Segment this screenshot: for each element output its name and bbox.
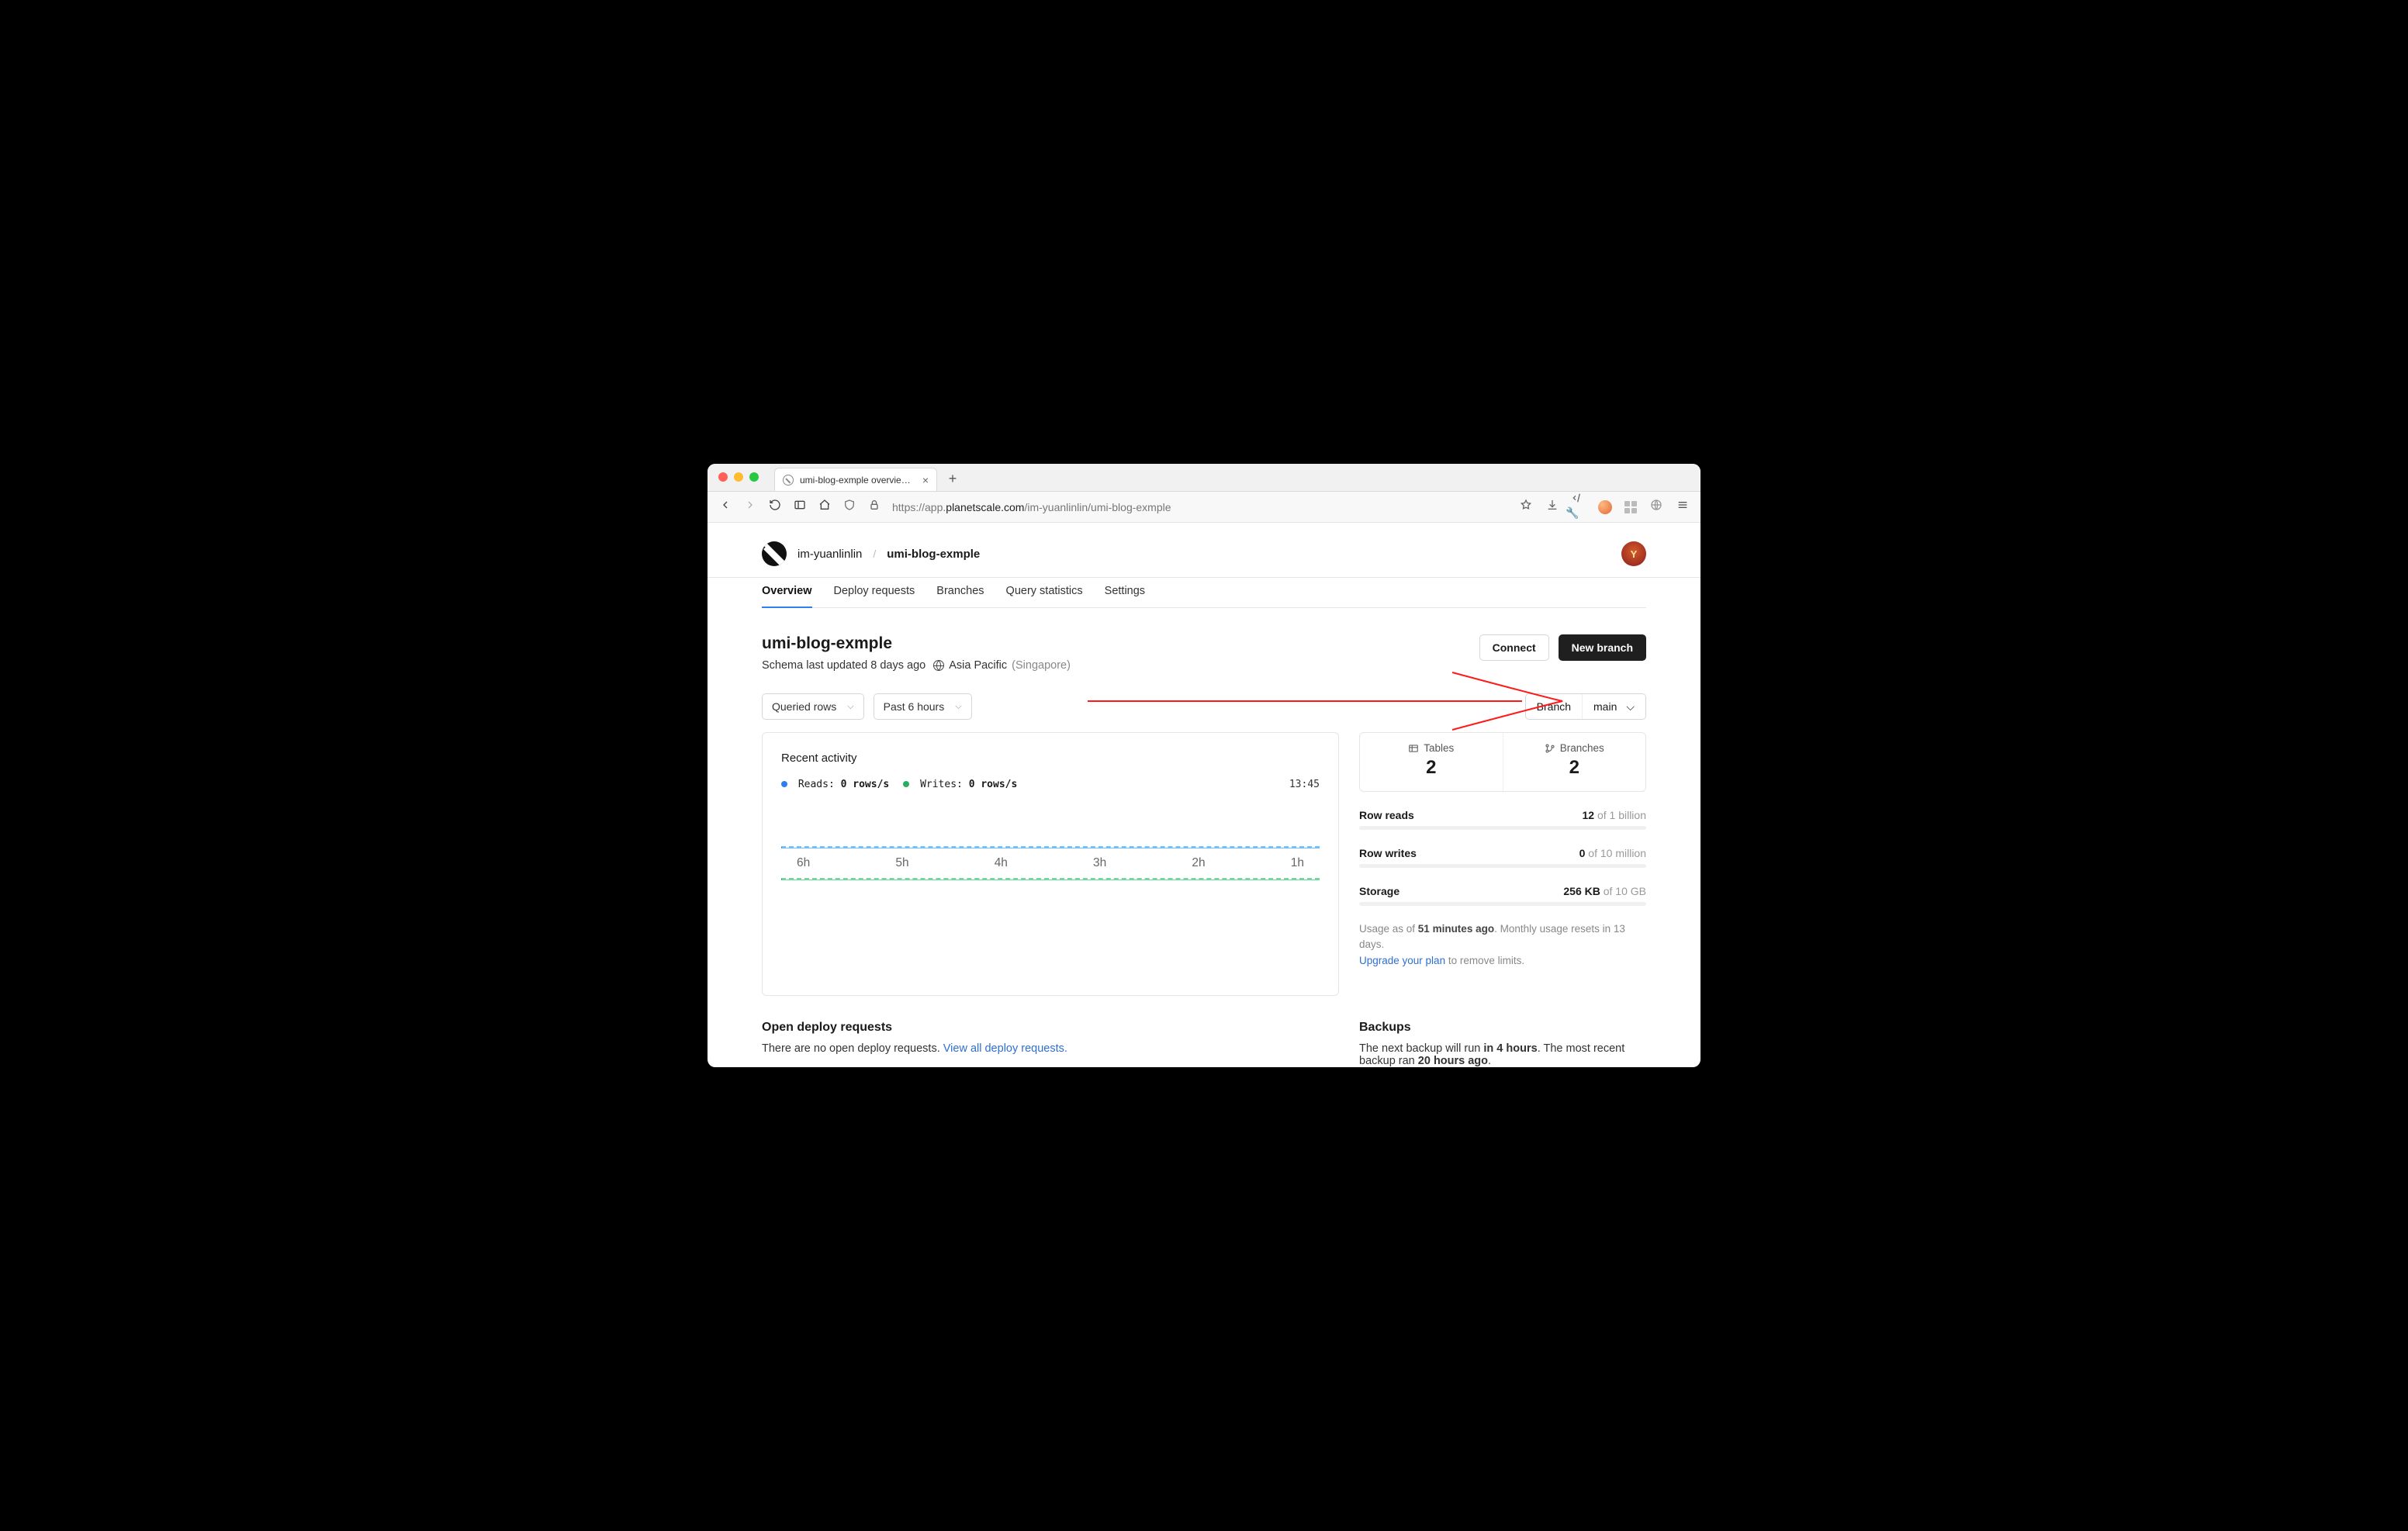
browser-tab[interactable]: umi-blog-exmple overview - Pla × bbox=[774, 468, 937, 491]
axis-tick: 1h bbox=[1291, 856, 1304, 870]
planetscale-logo-icon[interactable] bbox=[762, 541, 787, 566]
backups-heading: Backups bbox=[1359, 1021, 1646, 1035]
nav-forward-button[interactable] bbox=[743, 499, 757, 515]
row-writes-value: 0 bbox=[1579, 847, 1586, 859]
breadcrumb-org[interactable]: im-yuanlinlin bbox=[797, 548, 862, 561]
region-location: (Singapore) bbox=[1012, 659, 1071, 672]
url-text: https://app.planetscale.com/im-yuanlinli… bbox=[892, 501, 1171, 513]
row-reads-limit: of 1 billion bbox=[1597, 809, 1646, 821]
metric-select-value: Queried rows bbox=[772, 700, 836, 713]
tab-settings[interactable]: Settings bbox=[1105, 577, 1145, 607]
bookmark-star-icon[interactable] bbox=[1519, 499, 1533, 515]
user-avatar[interactable]: Y bbox=[1621, 541, 1646, 566]
branch-selector-value: main bbox=[1593, 700, 1617, 713]
sidebar-toggle-icon[interactable] bbox=[793, 499, 807, 515]
profile-avatar-icon[interactable] bbox=[1598, 500, 1612, 514]
tab-overview[interactable]: Overview bbox=[762, 577, 812, 608]
home-button[interactable] bbox=[818, 499, 832, 515]
reads-legend-label: Reads: bbox=[798, 779, 835, 790]
storage-bar bbox=[1359, 902, 1646, 906]
window-minimize-button[interactable] bbox=[734, 472, 743, 482]
chevron-down-icon: ⌵ bbox=[955, 702, 961, 712]
row-writes-bar bbox=[1359, 864, 1646, 868]
shield-icon[interactable] bbox=[842, 499, 856, 515]
row-reads-bar bbox=[1359, 826, 1646, 830]
writes-legend-value: 0 rows/s bbox=[969, 779, 1018, 790]
storage-limit: of 10 GB bbox=[1604, 885, 1646, 897]
storage-label: Storage bbox=[1359, 885, 1399, 897]
chevron-down-icon: ⌵ bbox=[1626, 700, 1635, 714]
tab-title: umi-blog-exmple overview - Pla bbox=[800, 475, 916, 486]
window-maximize-button[interactable] bbox=[749, 472, 759, 482]
reads-legend-value: 0 rows/s bbox=[841, 779, 890, 790]
range-select[interactable]: Past 6 hours ⌵ bbox=[874, 693, 972, 720]
activity-timestamp: 13:45 bbox=[1289, 779, 1320, 790]
row-reads-value: 12 bbox=[1582, 809, 1594, 821]
lock-icon bbox=[867, 499, 881, 515]
url-field[interactable]: https://app.planetscale.com/im-yuanlinli… bbox=[892, 501, 1508, 513]
breadcrumb: im-yuanlinlin / umi-blog-exmple bbox=[762, 541, 980, 566]
project-title: umi-blog-exmple bbox=[762, 634, 1071, 653]
axis-tick: 4h bbox=[995, 856, 1008, 870]
recent-activity-title: Recent activity bbox=[781, 752, 1320, 765]
menu-icon[interactable] bbox=[1676, 499, 1690, 515]
table-icon bbox=[1408, 743, 1419, 754]
branch-selector-label: Branch bbox=[1526, 694, 1583, 719]
nav-tabs: Overview Deploy requests Branches Query … bbox=[762, 577, 1646, 608]
branch-icon bbox=[1545, 743, 1555, 754]
connect-button[interactable]: Connect bbox=[1479, 634, 1549, 661]
row-writes-label: Row writes bbox=[1359, 847, 1417, 859]
view-all-deploy-link[interactable]: View all deploy requests. bbox=[943, 1042, 1067, 1055]
axis-tick: 5h bbox=[895, 856, 908, 870]
writes-legend-dot bbox=[903, 781, 909, 787]
range-select-value: Past 6 hours bbox=[884, 700, 945, 713]
writes-legend-label: Writes: bbox=[920, 779, 963, 790]
upgrade-plan-link[interactable]: Upgrade your plan bbox=[1359, 955, 1445, 966]
tab-favicon-icon bbox=[783, 475, 794, 486]
open-deploy-text: There are no open deploy requests. bbox=[762, 1042, 943, 1055]
download-icon[interactable] bbox=[1545, 499, 1559, 515]
tab-close-icon[interactable]: × bbox=[922, 474, 929, 486]
row-reads-label: Row reads bbox=[1359, 809, 1414, 821]
axis-tick: 6h bbox=[797, 856, 810, 870]
activity-chart: 6h 5h 4h 3h 2h 1h bbox=[781, 846, 1320, 880]
window-close-button[interactable] bbox=[718, 472, 728, 482]
axis-tick: 3h bbox=[1093, 856, 1106, 870]
stat-branches[interactable]: Branches 2 bbox=[1503, 733, 1646, 791]
stat-tables[interactable]: Tables 2 bbox=[1360, 733, 1503, 791]
new-branch-button[interactable]: New branch bbox=[1559, 634, 1646, 661]
axis-tick: 2h bbox=[1192, 856, 1205, 870]
region-name: Asia Pacific bbox=[949, 659, 1007, 672]
new-tab-button[interactable]: + bbox=[942, 468, 964, 489]
stat-tables-value: 2 bbox=[1366, 757, 1496, 779]
region-globe-icon bbox=[933, 660, 944, 671]
open-deploy-heading: Open deploy requests bbox=[762, 1021, 1339, 1035]
tab-branches[interactable]: Branches bbox=[936, 577, 984, 607]
metric-select[interactable]: Queried rows ⌵ bbox=[762, 693, 864, 720]
breadcrumb-sep: / bbox=[873, 548, 876, 560]
chevron-down-icon: ⌵ bbox=[847, 702, 853, 712]
stat-branches-label: Branches bbox=[1560, 742, 1604, 754]
row-writes-limit: of 10 million bbox=[1588, 847, 1646, 859]
stat-tables-label: Tables bbox=[1424, 742, 1454, 754]
usage-note: Usage as of 51 minutes ago. Monthly usag… bbox=[1359, 921, 1646, 969]
globe-icon[interactable] bbox=[1649, 499, 1663, 515]
schema-updated-text: Schema last updated 8 days ago bbox=[762, 659, 925, 672]
extensions-icon[interactable] bbox=[1624, 501, 1637, 513]
tab-query-statistics[interactable]: Query statistics bbox=[1006, 577, 1083, 607]
devtools-icon[interactable]: 🔧 bbox=[1572, 492, 1586, 522]
breadcrumb-project[interactable]: umi-blog-exmple bbox=[887, 548, 980, 561]
reads-legend-dot bbox=[781, 781, 787, 787]
branch-selector[interactable]: main ⌵ bbox=[1583, 694, 1645, 719]
backups-text: The next backup will run in 4 hours. The… bbox=[1359, 1042, 1646, 1067]
nav-reload-button[interactable] bbox=[768, 499, 782, 515]
nav-back-button[interactable] bbox=[718, 499, 732, 515]
tab-deploy-requests[interactable]: Deploy requests bbox=[834, 577, 915, 607]
stat-branches-value: 2 bbox=[1510, 757, 1640, 779]
storage-value: 256 KB bbox=[1563, 885, 1600, 897]
